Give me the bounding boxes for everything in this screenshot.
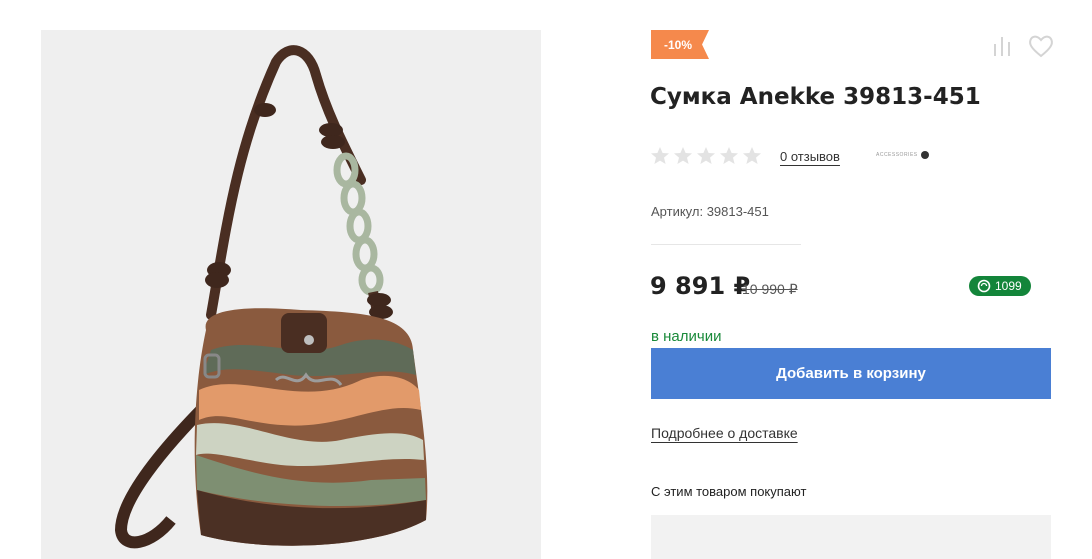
bonus-coin-icon bbox=[977, 279, 991, 293]
related-product-card[interactable] bbox=[651, 515, 1051, 559]
star-icon[interactable] bbox=[673, 146, 693, 166]
heart-icon[interactable] bbox=[1027, 32, 1055, 60]
brand-logo-dot bbox=[920, 151, 929, 159]
bonus-badge[interactable]: 1099 bbox=[969, 276, 1031, 296]
star-icon[interactable] bbox=[742, 146, 762, 166]
current-price: 9 891 ₽ bbox=[650, 272, 751, 300]
delivery-info-link[interactable]: Подробнее о доставке bbox=[651, 425, 798, 441]
brand-logo[interactable]: ACCESSORIES bbox=[876, 151, 929, 159]
product-title: Сумка Anekke 39813-451 bbox=[650, 84, 981, 110]
rating-stars[interactable] bbox=[650, 146, 762, 166]
product-image[interactable] bbox=[41, 30, 541, 559]
star-icon[interactable] bbox=[719, 146, 739, 166]
bonus-value: 1099 bbox=[995, 279, 1022, 293]
discount-badge: -10% bbox=[651, 30, 709, 59]
divider bbox=[651, 244, 801, 245]
star-icon[interactable] bbox=[650, 146, 670, 166]
old-price: 10 990 ₽ bbox=[742, 281, 798, 297]
product-sku: Артикул: 39813-451 bbox=[651, 204, 769, 219]
brand-logo-text: ACCESSORIES bbox=[876, 152, 918, 158]
bag-illustration bbox=[114, 45, 428, 549]
availability-status: в наличии bbox=[651, 328, 722, 345]
reviews-link[interactable]: 0 отзывов bbox=[780, 149, 840, 164]
compare-icon[interactable] bbox=[988, 32, 1016, 60]
star-icon[interactable] bbox=[696, 146, 716, 166]
add-to-cart-button[interactable]: Добавить в корзину bbox=[651, 348, 1051, 399]
related-products-heading: С этим товаром покупают bbox=[651, 484, 807, 499]
